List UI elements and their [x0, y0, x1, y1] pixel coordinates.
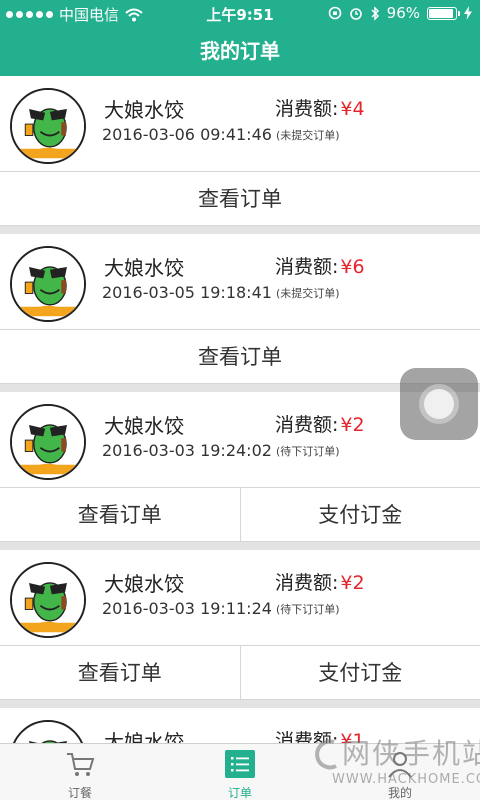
order-card: 大娘水饺 2016-03-06 09:41:46 消费额: ¥4 (未提交订单) 查看订单: [0, 76, 480, 226]
alarm-icon: [349, 8, 362, 20]
order-info: 大娘水饺 2016-03-03 19:11:24 消费额: ¥2 (待下订订单): [0, 550, 480, 645]
order-amount: 消费额: ¥2: [275, 410, 365, 437]
pay-deposit-button[interactable]: 支付订金: [239, 646, 480, 699]
order-separator: [0, 226, 480, 234]
amount-label: 消费额:: [275, 572, 339, 594]
order-amount: 消费额: ¥4: [275, 94, 365, 121]
order-info: 大娘水饺 2016-03-05 19:18:41 消费额: ¥6 (未提交订单): [0, 234, 480, 329]
amount-label: 消费额:: [275, 98, 339, 120]
shop-logo: [10, 404, 86, 480]
order-actions: 查看订单 支付订金: [0, 487, 480, 542]
shop-name: 大娘水饺: [104, 98, 184, 122]
order-status: (未提交订单): [276, 287, 340, 300]
pay-deposit-button[interactable]: 支付订金: [239, 488, 480, 541]
battery-percent: 96%: [386, 4, 420, 22]
order-info: 大娘水饺 2016-03-06 09:41:46 消费额: ¥4 (未提交订单): [0, 76, 480, 171]
status-bar: 中国电信 上午9:51 96%: [0, 0, 480, 26]
order-status: (未提交订单): [276, 129, 340, 142]
shop-logo: [10, 88, 86, 164]
order-datetime: 2016-03-03 19:24:02: [102, 441, 272, 460]
view-order-button[interactable]: 查看订单: [0, 488, 240, 541]
order-datetime: 2016-03-06 09:41:46: [102, 125, 272, 144]
watermark-url: WWW.HACKHOME.COM: [332, 772, 480, 787]
page-title: 我的订单: [0, 26, 480, 76]
tab-order-food[interactable]: 订餐: [40, 744, 120, 800]
charging-icon: [464, 6, 472, 20]
amount-value: ¥6: [340, 256, 365, 278]
order-amount: 消费额: ¥6: [275, 252, 365, 279]
order-amount: 消费额: ¥2: [275, 568, 365, 595]
amount-value: ¥2: [340, 414, 365, 436]
shop-name: 大娘水饺: [104, 572, 184, 596]
order-status: (待下订订单): [276, 445, 340, 458]
tab-label: 订餐: [67, 786, 92, 800]
order-status: (待下订订单): [276, 603, 340, 616]
amount-label: 消费额:: [275, 414, 339, 436]
amount-label: 消费额:: [275, 256, 339, 278]
view-order-button[interactable]: 查看订单: [0, 172, 480, 225]
order-card: 大娘水饺 2016-03-05 19:18:41 消费额: ¥6 (未提交订单) 查看订单: [0, 234, 480, 384]
order-datetime: 2016-03-03 19:11:24: [102, 599, 272, 618]
list-icon: [225, 750, 255, 778]
tab-label: 订单: [227, 786, 252, 800]
amount-value: ¥2: [340, 572, 365, 594]
order-datetime: 2016-03-05 19:18:41: [102, 283, 272, 302]
order-separator: [0, 700, 480, 708]
bluetooth-icon: [371, 5, 379, 21]
assistive-touch-button[interactable]: [400, 368, 478, 440]
order-actions: 查看订单 支付订金: [0, 645, 480, 700]
order-actions: 查看订单: [0, 171, 480, 226]
shop-name: 大娘水饺: [104, 414, 184, 438]
shop-logo: [10, 562, 86, 638]
rotation-lock-icon: [328, 6, 341, 20]
watermark-logo-icon: [315, 739, 337, 770]
shop-name: 大娘水饺: [104, 256, 184, 280]
battery-icon: [427, 6, 460, 20]
amount-value: ¥4: [340, 98, 365, 120]
order-separator: [0, 542, 480, 550]
cart-icon: [67, 753, 95, 776]
watermark: 网侠手机站 WWW.HACKHOME.COM: [312, 732, 480, 792]
order-card: 大娘水饺 2016-03-03 19:11:24 消费额: ¥2 (待下订订单) 查看订单…: [0, 550, 480, 700]
tab-orders[interactable]: 订单: [200, 744, 280, 800]
shop-logo: [10, 246, 86, 322]
watermark-text: 网侠手机站: [342, 737, 480, 770]
view-order-button[interactable]: 查看订单: [0, 646, 240, 699]
